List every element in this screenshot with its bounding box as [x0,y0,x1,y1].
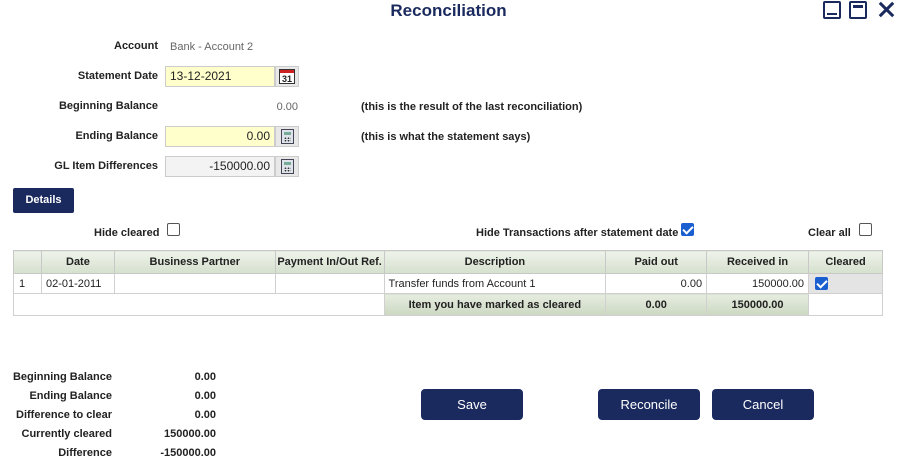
clear-all-label: Clear all [808,227,851,239]
account-label: Account [114,40,158,52]
table-row[interactable]: 1 02-01-2011 Transfer funds from Account… [13,273,883,294]
statement-date-label: Statement Date [77,70,158,82]
totals-row: Item you have marked as cleared 0.00 150… [13,293,883,316]
statement-date-field[interactable]: 13-12-2021 [165,66,275,87]
summary-ending-balance-label: Ending Balance [29,390,112,402]
ending-balance-label: Ending Balance [75,130,158,142]
row-received-in: 150000.00 [706,273,810,294]
hide-after-date-checkbox[interactable] [681,223,694,236]
title-bar: Reconciliation [0,0,897,22]
window-title: Reconciliation [390,1,507,20]
summary-beginning-balance-value: 0.00 [194,371,216,383]
summary-currently-cleared-label: Currently cleared [21,428,112,440]
totals-cleared-spacer [808,293,883,316]
cancel-button[interactable]: Cancel [712,389,814,420]
calendar-button[interactable]: 31 [275,66,299,87]
gl-differences-label: GL Item Differences [54,160,158,172]
calculator-button-gl[interactable] [275,156,299,177]
row-cleared-checkbox[interactable] [815,277,829,290]
row-cleared-cell [808,273,883,294]
summary-currently-cleared-value: 150000.00 [164,428,216,440]
totals-received-in: 150000.00 [706,293,810,316]
hide-after-date-label: Hide Transactions after statement date [476,227,679,239]
summary-ending-balance-value: 0.00 [194,390,216,402]
gl-differences-field[interactable]: -150000.00 [165,156,275,177]
row-number: 1 [13,273,42,294]
details-button[interactable]: Details [13,188,74,213]
row-business-partner [113,273,276,294]
column-header-paid-out[interactable]: Paid out [605,250,708,274]
column-header-index [13,250,42,274]
calculator-icon [280,129,294,144]
hide-cleared-checkbox[interactable] [167,223,180,236]
minimize-icon[interactable] [823,1,841,19]
summary-difference-to-clear-value: 0.00 [194,409,216,421]
transactions-table: Date Business Partner Payment In/Out Ref… [13,250,883,316]
calculator-icon [280,159,294,174]
reconcile-button[interactable]: Reconcile [598,389,700,420]
summary-difference-to-clear-label: Difference to clear [16,409,112,421]
calendar-icon: 31 [279,69,295,84]
ending-balance-note: (this is what the statement says) [361,131,531,143]
column-header-payment-ref[interactable]: Payment In/Out Ref. [274,250,385,274]
close-icon[interactable] [876,0,896,20]
row-description: Transfer funds from Account 1 [383,273,607,294]
account-value: Bank - Account 2 [170,41,254,53]
row-paid-out: 0.00 [605,273,708,294]
totals-paid-out: 0.00 [605,293,708,316]
table-header-row: Date Business Partner Payment In/Out Ref… [13,250,883,274]
row-payment-ref [274,273,385,294]
clear-all-checkbox[interactable] [859,223,872,236]
totals-spacer [13,293,385,316]
summary-difference-label: Difference [58,447,112,459]
beginning-balance-label: Beginning Balance [58,100,158,112]
save-button[interactable]: Save [421,389,523,420]
summary-difference-value: -150000.00 [160,447,216,459]
beginning-balance-value: 0.00 [276,101,298,113]
ending-balance-field[interactable]: 0.00 [165,126,275,147]
totals-label: Item you have marked as cleared [383,293,607,316]
beginning-balance-note: (this is the result of the last reconcil… [361,101,583,113]
summary-beginning-balance-label: Beginning Balance [12,371,112,383]
column-header-business-partner[interactable]: Business Partner [113,250,276,274]
column-header-cleared[interactable]: Cleared [808,250,883,274]
calculator-button-ending[interactable] [275,126,299,147]
hide-cleared-label: Hide cleared [94,227,160,239]
maximize-icon[interactable] [849,1,867,19]
column-header-date[interactable]: Date [40,250,115,274]
column-header-description[interactable]: Description [383,250,607,274]
row-date: 02-01-2011 [40,273,115,294]
column-header-received-in[interactable]: Received in [706,250,810,274]
